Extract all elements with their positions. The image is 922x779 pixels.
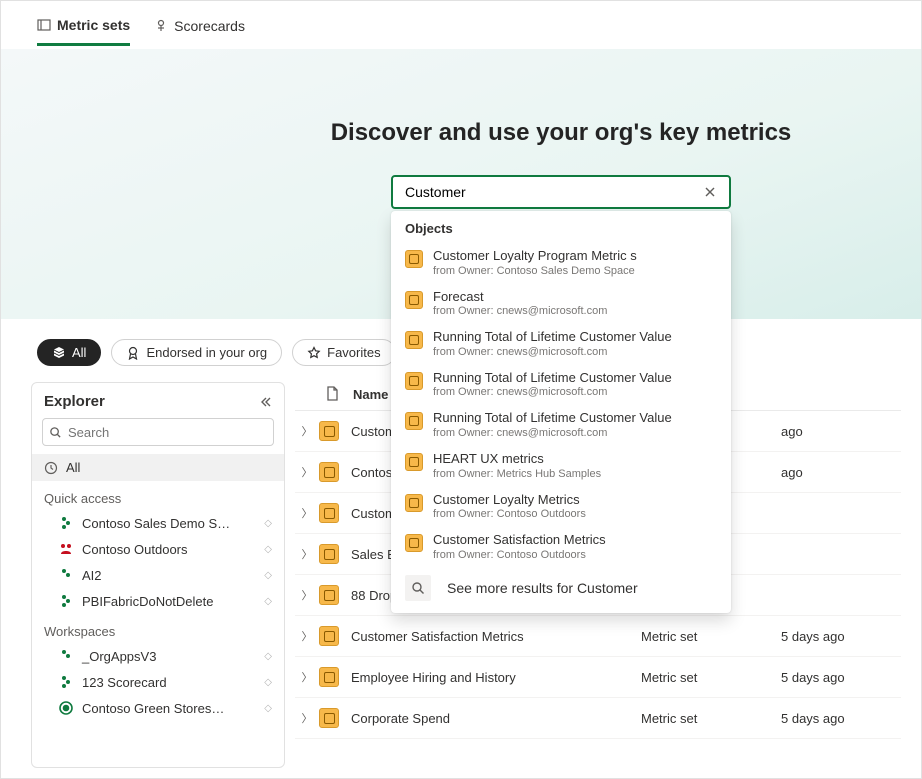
metric-set-icon <box>319 421 339 441</box>
clock-icon <box>44 461 58 475</box>
top-tabs: Metric sets Scorecards <box>1 1 921 49</box>
search-suggestions: Objects Customer Loyalty Program Metric … <box>391 211 731 613</box>
chevron-right-icon[interactable]: 〉 <box>295 464 319 480</box>
workspaces-header: Workspaces <box>32 614 284 643</box>
table-row[interactable]: 〉Employee Hiring and HistoryMetric set5 … <box>295 657 901 698</box>
hero: Discover and use your org's key metrics … <box>1 49 921 319</box>
diamond-icon: ◇ <box>264 518 272 529</box>
hero-search-box[interactable] <box>391 175 731 209</box>
workspace-icon <box>58 541 74 557</box>
metric-set-icon <box>405 372 423 390</box>
metric-set-icon <box>319 503 339 523</box>
metric-set-icon <box>405 250 423 268</box>
metric-set-icon <box>405 291 423 309</box>
chevron-right-icon[interactable]: 〉 <box>295 546 319 562</box>
metric-set-icon <box>319 462 339 482</box>
filter-all-label: All <box>72 345 86 360</box>
workspace-item[interactable]: _OrgAppsV3◇ <box>32 643 284 669</box>
tab-scorecards-label: Scorecards <box>174 18 245 34</box>
explorer-search-input[interactable] <box>68 425 267 440</box>
suggest-item[interactable]: Forecastfrom Owner: cnews@microsoft.com <box>391 283 731 324</box>
workspace-icon <box>58 515 74 531</box>
suggest-item[interactable]: Running Total of Lifetime Customer Value… <box>391 323 731 364</box>
chevron-right-icon[interactable]: 〉 <box>295 710 319 726</box>
tab-metric-sets-label: Metric sets <box>57 17 130 33</box>
explorer-search[interactable] <box>42 418 274 446</box>
workspace-icon <box>58 674 74 690</box>
suggest-item[interactable]: HEART UX metricsfrom Owner: Metrics Hub … <box>391 445 731 486</box>
tab-scorecards[interactable]: Scorecards <box>154 18 245 44</box>
explorer-all[interactable]: All <box>32 454 284 481</box>
ribbon-icon <box>126 346 140 360</box>
metric-set-icon <box>405 453 423 471</box>
workspace-item[interactable]: 123 Scorecard◇ <box>32 669 284 695</box>
filter-endorsed-label: Endorsed in your org <box>146 345 267 360</box>
scorecards-icon <box>154 19 168 33</box>
chevron-right-icon[interactable]: 〉 <box>295 587 319 603</box>
quick-item[interactable]: Contoso Sales Demo S…◇ <box>32 510 284 536</box>
suggest-item[interactable]: Customer Satisfaction Metricsfrom Owner:… <box>391 526 731 567</box>
hero-title: Discover and use your org's key metrics <box>331 119 792 147</box>
diamond-icon: ◇ <box>264 570 272 581</box>
metric-set-icon <box>319 708 339 728</box>
filter-all[interactable]: All <box>37 339 101 366</box>
workspace-icon <box>58 700 74 716</box>
suggest-item[interactable]: Running Total of Lifetime Customer Value… <box>391 364 731 405</box>
filter-favorites[interactable]: Favorites <box>292 339 395 366</box>
workspace-icon <box>58 593 74 609</box>
quick-access-header: Quick access <box>32 481 284 510</box>
suggestions-header: Objects <box>391 211 731 242</box>
quick-item[interactable]: Contoso Outdoors◇ <box>32 536 284 562</box>
metric-set-icon <box>319 585 339 605</box>
metric-set-icon <box>319 544 339 564</box>
quick-item[interactable]: PBIFabricDoNotDelete◇ <box>32 588 284 614</box>
chevron-right-icon[interactable]: 〉 <box>295 669 319 685</box>
metric-sets-icon <box>37 18 51 32</box>
search-icon <box>405 575 431 601</box>
diamond-icon: ◇ <box>264 596 272 607</box>
search-icon <box>49 426 62 439</box>
suggest-item[interactable]: Running Total of Lifetime Customer Value… <box>391 404 731 445</box>
clear-icon[interactable] <box>699 185 721 199</box>
filter-favorites-label: Favorites <box>327 345 380 360</box>
chevron-right-icon[interactable]: 〉 <box>295 423 319 439</box>
filter-endorsed[interactable]: Endorsed in your org <box>111 339 282 366</box>
suggest-item[interactable]: Customer Loyalty Program Metric sfrom Ow… <box>391 242 731 283</box>
see-more-text: See more results for Customer <box>447 580 638 596</box>
workspace-icon <box>58 648 74 664</box>
metric-set-icon <box>405 534 423 552</box>
diamond-icon: ◇ <box>264 703 272 714</box>
metric-set-icon <box>405 412 423 430</box>
collapse-icon[interactable] <box>258 395 272 409</box>
explorer-title: Explorer <box>44 393 105 410</box>
diamond-icon: ◇ <box>264 544 272 555</box>
doc-icon <box>325 386 353 402</box>
table-row[interactable]: 〉Customer Satisfaction MetricsMetric set… <box>295 616 901 657</box>
explorer-panel: Explorer All Quick access Conto <box>31 382 285 768</box>
diamond-icon: ◇ <box>264 677 272 688</box>
see-more-results[interactable]: See more results for Customer <box>391 567 731 609</box>
hero-search-input[interactable] <box>401 184 699 200</box>
diamond-icon: ◇ <box>264 651 272 662</box>
chevron-right-icon[interactable]: 〉 <box>295 505 319 521</box>
tab-metric-sets[interactable]: Metric sets <box>37 17 130 46</box>
metric-set-icon <box>319 667 339 687</box>
quick-item[interactable]: AI2◇ <box>32 562 284 588</box>
suggest-item[interactable]: Customer Loyalty Metricsfrom Owner: Cont… <box>391 486 731 527</box>
workspace-item[interactable]: Contoso Green Stores…◇ <box>32 695 284 721</box>
chevron-right-icon[interactable]: 〉 <box>295 628 319 644</box>
explorer-all-label: All <box>66 460 80 475</box>
workspace-icon <box>58 567 74 583</box>
stack-icon <box>52 346 66 360</box>
metric-set-icon <box>405 494 423 512</box>
metric-set-icon <box>319 626 339 646</box>
table-row[interactable]: 〉Corporate SpendMetric set5 days ago <box>295 698 901 739</box>
star-icon <box>307 346 321 360</box>
metric-set-icon <box>405 331 423 349</box>
